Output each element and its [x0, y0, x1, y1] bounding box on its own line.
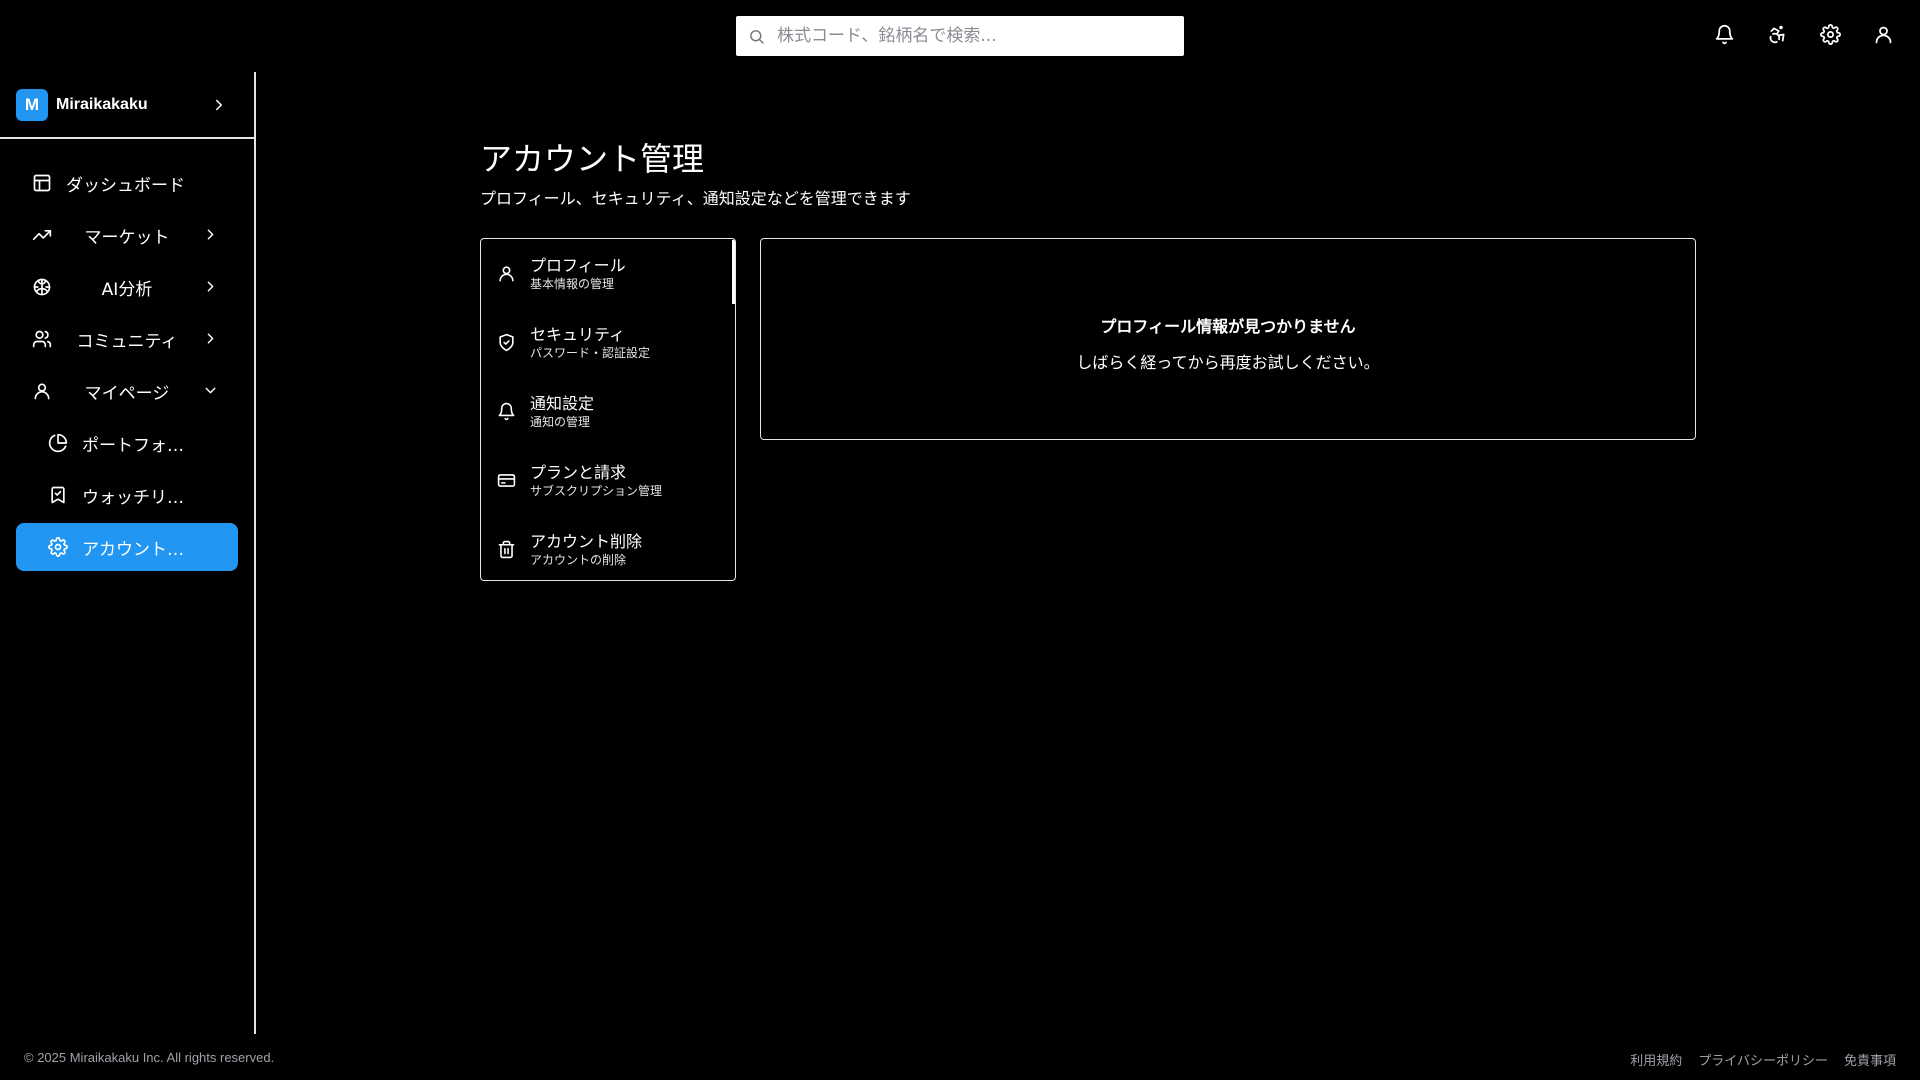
layout-icon: [32, 173, 52, 193]
bookmark-icon: [48, 485, 68, 505]
tab-sublabel: サブスクリプション管理: [530, 483, 663, 498]
bell-icon[interactable]: [1714, 24, 1735, 45]
chevron-right-icon: [202, 226, 222, 246]
trash-icon: [497, 540, 516, 559]
copyright: © 2025 Miraikakaku Inc. All rights reser…: [24, 1050, 275, 1065]
page-subtitle: プロフィール、セキュリティ、通知設定などを管理できます: [480, 189, 911, 208]
gear-icon[interactable]: [1820, 24, 1841, 45]
footer: © 2025 Miraikakaku Inc. All rights reser…: [0, 1034, 1920, 1080]
sidebar-nav: ダッシュボード マーケット AI分析 コミュニティ マイページ ポートフォリオ …: [0, 139, 254, 571]
sidebar-item-dashboard[interactable]: ダッシュボード: [16, 159, 238, 207]
brand-switcher[interactable]: M Miraikakaku: [0, 72, 254, 139]
footer-link-privacy[interactable]: プライバシーポリシー: [1698, 1050, 1828, 1069]
tab-sublabel: 通知の管理: [530, 414, 591, 429]
tab-delete-account[interactable]: アカウント削除 アカウントの削除: [481, 515, 735, 580]
sidebar: M Miraikakaku ダッシュボード マーケット AI分析 コミュニティ …: [0, 72, 256, 1034]
tab-security[interactable]: セキュリティ パスワード・認証設定: [481, 308, 735, 377]
sidebar-item-portfolio[interactable]: ポートフォリオ: [16, 419, 238, 467]
page-title: アカウント管理: [480, 140, 705, 178]
tab-label: アカウント削除: [530, 531, 643, 551]
gear-icon: [48, 537, 68, 557]
credit-card-icon: [497, 471, 516, 490]
search-icon: [748, 28, 765, 45]
search-box[interactable]: [736, 16, 1184, 56]
footer-links: 利用規約 プライバシーポリシー 免責事項: [1630, 1050, 1896, 1069]
tab-sublabel: 基本情報の管理: [530, 276, 615, 291]
sidebar-item-label: ポートフォリオ: [82, 435, 200, 456]
sidebar-item-market[interactable]: マーケット: [16, 211, 238, 259]
tab-label: プロフィール: [530, 255, 626, 275]
sidebar-item-account-settings[interactable]: アカウント設定: [16, 523, 238, 571]
empty-state-message: しばらく経ってから再度お試しください。: [1076, 353, 1380, 372]
header-actions: [1714, 24, 1894, 45]
chevron-right-icon: [210, 96, 228, 114]
search-input[interactable]: [777, 26, 1157, 46]
sidebar-item-mypage[interactable]: マイページ: [16, 367, 238, 415]
tab-profile[interactable]: プロフィール 基本情報の管理: [481, 239, 735, 308]
tab-label: 通知設定: [530, 393, 595, 413]
account-tabs: プロフィール 基本情報の管理 セキュリティ パスワード・認証設定 通知設定 通知…: [480, 238, 736, 581]
sidebar-item-ai-analysis[interactable]: AI分析: [16, 263, 238, 311]
tab-sublabel: パスワード・認証設定: [530, 345, 651, 360]
top-bar: [0, 0, 1920, 72]
tab-sublabel: アカウントの削除: [530, 552, 627, 567]
brand-name: Miraikakaku: [56, 95, 148, 113]
user-icon: [497, 264, 516, 283]
chevron-right-icon: [202, 330, 222, 350]
sidebar-item-watchlist[interactable]: ウォッチリスト: [16, 471, 238, 519]
sidebar-item-community[interactable]: コミュニティ: [16, 315, 238, 363]
bell-icon: [497, 402, 516, 421]
shield-check-icon: [497, 333, 516, 352]
profile-panel: プロフィール情報が見つかりません しばらく経ってから再度お試しください。: [760, 238, 1696, 440]
accessibility-icon[interactable]: [1767, 24, 1788, 45]
user-icon[interactable]: [1873, 24, 1894, 45]
sidebar-item-label: ウォッチリスト: [82, 487, 200, 508]
tab-notifications[interactable]: 通知設定 通知の管理: [481, 377, 735, 446]
sidebar-item-label: ダッシュボード: [66, 175, 185, 196]
pie-chart-icon: [48, 433, 68, 453]
tab-billing[interactable]: プランと請求 サブスクリプション管理: [481, 446, 735, 515]
chevron-down-icon: [202, 382, 222, 402]
tab-label: セキュリティ: [530, 324, 626, 344]
footer-link-terms[interactable]: 利用規約: [1630, 1050, 1682, 1069]
sidebar-item-label: アカウント設定: [82, 539, 200, 560]
tab-label: プランと請求: [530, 462, 627, 482]
brand-logo: M: [16, 88, 48, 121]
empty-state-title: プロフィール情報が見つかりません: [1100, 317, 1356, 336]
footer-link-disclaimer[interactable]: 免責事項: [1844, 1050, 1896, 1069]
chevron-right-icon: [202, 278, 222, 298]
